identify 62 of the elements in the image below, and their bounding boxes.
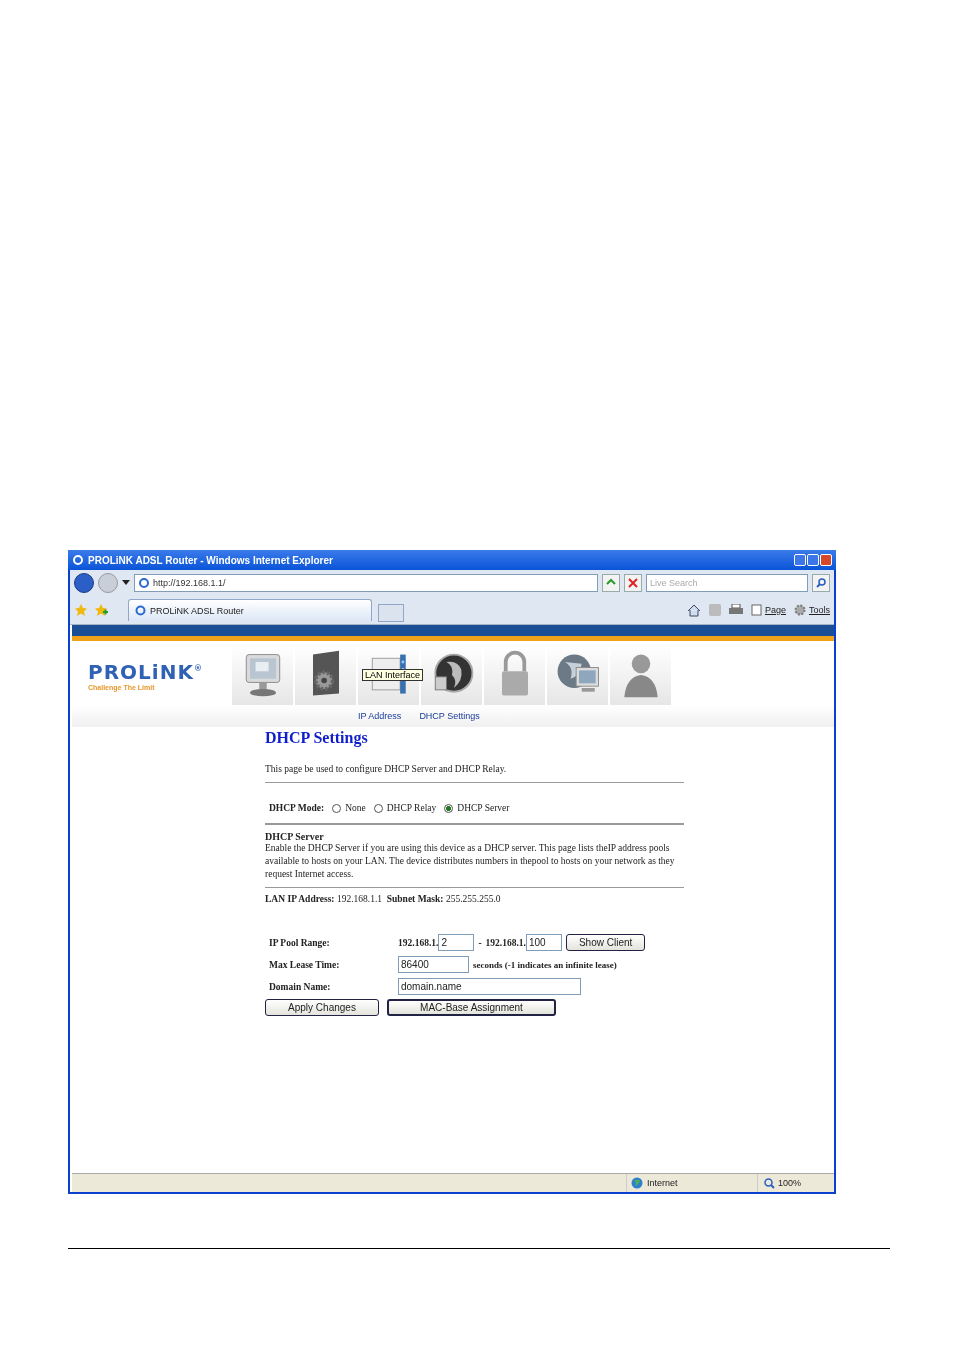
- add-favorite-icon[interactable]: [94, 603, 108, 617]
- mac-assignment-button[interactable]: MAC-Base Assignment: [387, 999, 556, 1016]
- radio-label: None: [345, 803, 366, 813]
- input-field[interactable]: 2: [438, 934, 475, 951]
- browser-logo-icon: [72, 554, 84, 566]
- star-icon[interactable]: [74, 603, 88, 617]
- home-icon[interactable]: [686, 603, 701, 617]
- stop-button[interactable]: [624, 574, 642, 592]
- stop-icon: [628, 578, 638, 588]
- apply-button[interactable]: Apply Changes: [265, 999, 379, 1016]
- search-button[interactable]: [812, 574, 830, 592]
- address-bar[interactable]: http://192.168.1.1/: [134, 574, 598, 592]
- ip-prefix: 192.168.1.: [398, 937, 439, 948]
- submenu-link[interactable]: DHCP Settings: [419, 711, 480, 721]
- zoom-control[interactable]: 100%: [757, 1174, 834, 1192]
- zoom-icon: [764, 1177, 775, 1189]
- show-client-button[interactable]: Show Client: [565, 934, 646, 951]
- input-field[interactable]: 86400: [398, 956, 469, 973]
- subnet-value: 255.255.255.0: [445, 894, 501, 904]
- range-dash: -: [478, 937, 482, 948]
- logo: PROLiNK$^{®}$: [88, 659, 204, 684]
- submenu-link[interactable]: IP Address: [358, 711, 402, 721]
- radio-button[interactable]: [444, 803, 454, 813]
- dropdown-icon[interactable]: [122, 580, 130, 586]
- globe-icon: [631, 1177, 643, 1189]
- refresh-button[interactable]: [602, 574, 620, 592]
- zone-label: Internet: [647, 1178, 678, 1188]
- back-button[interactable]: [74, 573, 94, 593]
- subnet-label: Subnet Mask:: [386, 894, 444, 904]
- close-button[interactable]: [820, 554, 832, 566]
- radio-button[interactable]: [332, 803, 342, 813]
- printer-icon[interactable]: [728, 604, 743, 616]
- search-icon: [816, 578, 826, 588]
- tooltip: LAN Interface: [362, 669, 424, 681]
- lan-ip-value: 192.168.1.1: [336, 894, 382, 904]
- browser-tab[interactable]: PROLiNK ADSL Router: [128, 599, 372, 621]
- tools-menu[interactable]: Tools: [794, 604, 830, 616]
- section-title: DHCP Server: [265, 831, 325, 842]
- mode-label: DHCP Mode:: [269, 803, 325, 813]
- field-label: Max Lease Time:: [269, 959, 341, 970]
- minimize-button[interactable]: [794, 554, 806, 566]
- page-icon: [750, 604, 762, 616]
- input-field[interactable]: 100: [525, 934, 562, 951]
- page-icon: [139, 578, 149, 588]
- field-note: seconds (-1 indicates an infinite lease): [473, 959, 617, 970]
- field-label: Domain Name:: [269, 981, 332, 992]
- search-field[interactable]: Live Search: [646, 574, 808, 592]
- page-icon: [135, 605, 146, 616]
- radio-button[interactable]: [373, 803, 383, 813]
- field-label: IP Pool Range:: [269, 937, 331, 948]
- ip-prefix: 192.168.1.: [485, 937, 526, 948]
- maximize-button[interactable]: [807, 554, 819, 566]
- radio-label: DHCP Server: [457, 803, 510, 813]
- section-text: Enable the DHCP Server if you are using this device as a DHCP server. This page lists theIP address pools available to hosts on your LAN. The device distributes numbers in thepool to hosts on your network as they request Internet access.: [265, 842, 676, 881]
- page-title: DHCP Settings: [265, 729, 369, 747]
- intro-text: This page be used to configure DHCP Server and DHCP Relay.: [265, 763, 508, 776]
- lan-ip-label: LAN IP Address:: [265, 894, 335, 904]
- page-menu[interactable]: Page: [750, 604, 786, 616]
- radio-label: DHCP Relay: [386, 803, 437, 813]
- window-title: PROLiNK ADSL Router - Windows Internet Explorer: [88, 554, 333, 566]
- input-field[interactable]: domain.name: [398, 978, 581, 995]
- settings-icon: [794, 604, 806, 616]
